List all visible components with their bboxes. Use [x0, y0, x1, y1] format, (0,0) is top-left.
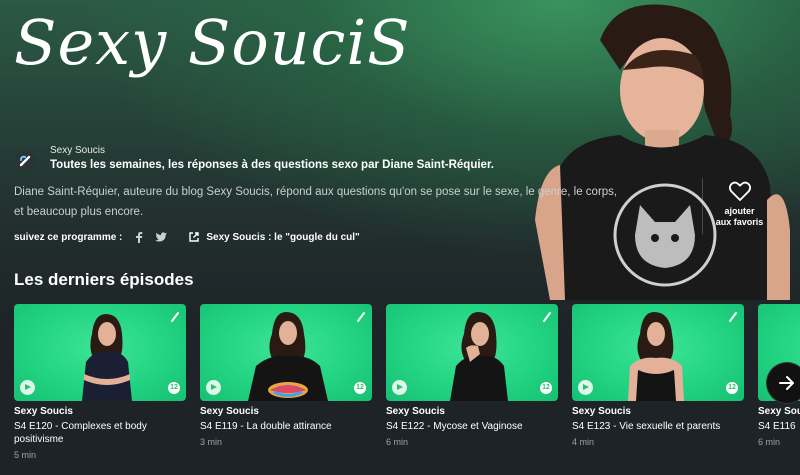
episodes-carousel: 12 Sexy Soucis S4 E120 - Complexes et bo… — [14, 304, 800, 475]
episode-thumbnail[interactable]: 12 — [14, 304, 186, 401]
follow-row: suivez ce programme : Sexy Soucis : le "… — [14, 229, 360, 245]
channel-logo-icon — [357, 312, 365, 322]
follow-label: suivez ce programme : — [14, 231, 123, 243]
program-description: Diane Saint-Réquier, auteure du blog Sex… — [14, 186, 618, 218]
carousel-next-button[interactable] — [766, 362, 800, 404]
episode-title[interactable]: S4 E122 - Mycose et Vaginose — [386, 420, 558, 433]
favorite-label-line1: ajouter — [724, 206, 755, 216]
external-link-icon — [189, 232, 200, 242]
arrow-right-icon — [779, 376, 794, 390]
facebook-icon[interactable] — [132, 230, 146, 244]
channel-logo-icon — [171, 312, 179, 322]
add-favorite-button[interactable]: ajouter aux favoris — [702, 178, 776, 234]
episode-title[interactable]: S4 E123 - Vie sexuelle et parents — [572, 420, 744, 433]
favorite-label-line2: aux favoris — [715, 217, 764, 227]
program-tagline: Toutes les semaines, les réponses à des … — [50, 159, 494, 171]
program-logo-icon — [15, 151, 35, 171]
host-thumbnail-image — [248, 312, 328, 401]
episode-program: Sexy Soucis — [14, 406, 73, 417]
host-portrait — [535, 4, 790, 300]
episode-duration: 4 min — [572, 437, 595, 447]
play-icon[interactable] — [392, 380, 407, 395]
twitter-icon[interactable] — [154, 230, 168, 244]
episode-thumbnail[interactable]: 12 — [572, 304, 744, 401]
play-icon[interactable] — [20, 380, 35, 395]
age-rating-badge: 12 — [726, 382, 738, 394]
episode-program: Sexy Soucis — [758, 406, 800, 417]
episode-title[interactable]: S4 E119 - La double attirance — [200, 420, 372, 433]
channel-logo-icon — [729, 312, 737, 322]
episode-card[interactable]: 12 Sexy Soucis S4 E119 - La double attir… — [200, 304, 372, 447]
episode-program: Sexy Soucis — [386, 406, 445, 417]
episode-thumbnail[interactable]: 12 — [200, 304, 372, 401]
episode-card[interactable]: 12 Sexy Soucis S4 E122 - Mycose et Vagin… — [386, 304, 558, 447]
host-thumbnail-image — [628, 312, 684, 401]
age-rating-badge: 12 — [168, 382, 180, 394]
episode-duration: 6 min — [386, 437, 409, 447]
episode-program: Sexy Soucis — [200, 406, 259, 417]
episode-program: Sexy Soucis — [572, 406, 631, 417]
age-rating-badge: 12 — [354, 382, 366, 394]
play-icon[interactable] — [206, 380, 221, 395]
episode-duration: 6 min — [758, 437, 781, 447]
host-thumbnail-image — [450, 312, 508, 401]
episodes-section-title: Les derniers épisodes — [14, 270, 194, 289]
episode-card[interactable]: 12 Sexy Soucis S4 E123 - Vie sexuelle et… — [572, 304, 744, 447]
episode-duration: 3 min — [200, 437, 223, 447]
external-link[interactable]: Sexy Soucis : le "gougle du cul" — [188, 231, 360, 243]
show-title: Sexy SouciS — [14, 6, 411, 79]
play-icon[interactable] — [578, 380, 593, 395]
heart-icon — [728, 181, 751, 202]
age-rating-badge: 12 — [540, 382, 552, 394]
episode-title[interactable]: S4 E116 — [758, 420, 800, 433]
episode-thumbnail[interactable]: 12 — [386, 304, 558, 401]
channel-logo-icon — [543, 312, 551, 322]
program-name: Sexy Soucis — [50, 145, 106, 156]
episode-title[interactable]: S4 E120 - Complexes et body positivisme — [14, 420, 186, 446]
episode-duration: 5 min — [14, 450, 37, 460]
host-thumbnail-image — [82, 314, 132, 401]
episode-card[interactable]: 12 Sexy Soucis S4 E120 - Complexes et bo… — [14, 304, 186, 460]
external-link-label: Sexy Soucis : le "gougle du cul" — [206, 231, 360, 243]
